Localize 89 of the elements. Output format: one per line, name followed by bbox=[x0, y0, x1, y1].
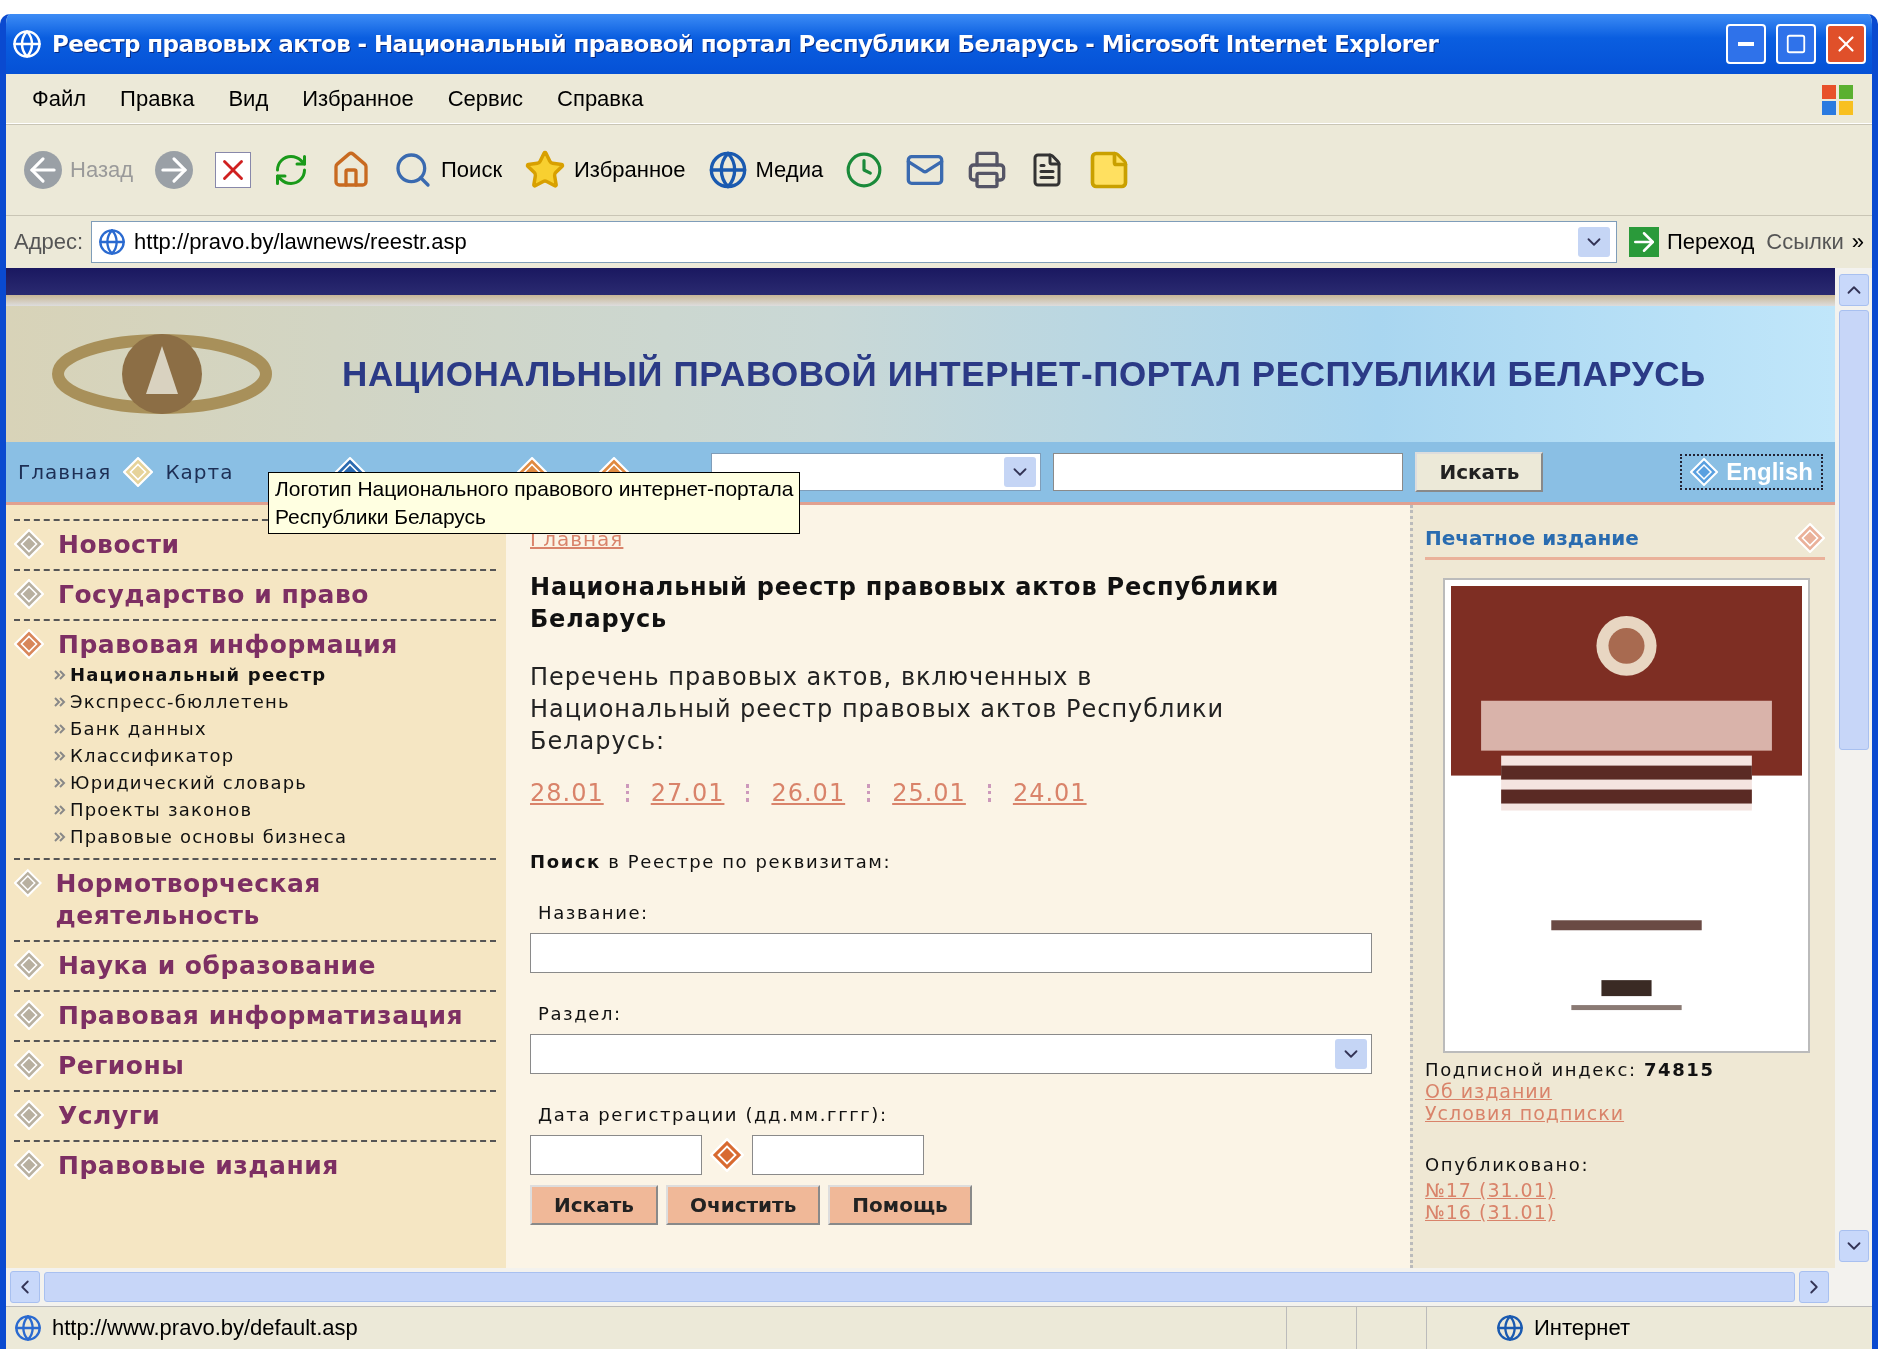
links-label[interactable]: Ссылки bbox=[1766, 229, 1844, 255]
sidebar-link[interactable]: Услуги bbox=[58, 1100, 161, 1132]
globe-icon bbox=[707, 150, 748, 190]
sidebar-link[interactable]: Наука и образование bbox=[58, 950, 376, 982]
clock-icon bbox=[845, 151, 884, 189]
scrollbar-thumb[interactable] bbox=[44, 1272, 1795, 1302]
sidebar-sublink[interactable]: Банк данных bbox=[70, 715, 207, 742]
arrow-right-icon bbox=[1628, 227, 1659, 257]
menu-item[interactable]: Справка bbox=[545, 85, 656, 112]
sidebar-link[interactable]: Государство и право bbox=[58, 579, 369, 611]
sidebar-sublink[interactable]: Национальный реестр bbox=[70, 661, 327, 688]
sidebar-sublink[interactable]: Правовые основы бизнеса bbox=[70, 823, 348, 850]
favorites-button[interactable]: Избранное bbox=[520, 145, 690, 195]
minimize-icon bbox=[1738, 42, 1754, 46]
sidebar-sublink[interactable]: Классификатор bbox=[70, 742, 235, 769]
search-button[interactable]: Поиск bbox=[389, 146, 506, 194]
media-button[interactable]: Медиа bbox=[703, 146, 828, 194]
globe-icon bbox=[1496, 1314, 1524, 1342]
field-label: Дата регистрации (дд.мм.гггг): bbox=[538, 1104, 889, 1125]
field-label: Название: bbox=[538, 902, 650, 923]
scroll-down-button[interactable] bbox=[1838, 1230, 1869, 1262]
menu-item[interactable]: Файл bbox=[20, 85, 99, 112]
menu-item[interactable]: Правка bbox=[108, 85, 207, 112]
page-heading: Национальный реестр правовых актов Республики Беларусь bbox=[530, 572, 1281, 635]
vertical-scrollbar[interactable] bbox=[1835, 268, 1872, 1268]
nav-link[interactable]: Главная bbox=[18, 460, 112, 484]
form-button[interactable]: Очистить bbox=[665, 1185, 821, 1225]
diamond-icon bbox=[123, 457, 154, 487]
sidebar-sublink[interactable]: Экспресс-бюллетень bbox=[70, 688, 290, 715]
maximize-icon bbox=[1785, 33, 1807, 55]
scroll-left-button[interactable] bbox=[10, 1271, 40, 1303]
double-chevron-icon bbox=[54, 803, 66, 816]
zone-label: Интернет bbox=[1534, 1315, 1631, 1341]
sidebar-sublink[interactable]: Проекты законов bbox=[70, 796, 253, 823]
status-url: http://www.pravo.by/default.asp bbox=[52, 1315, 359, 1341]
sidebar-link[interactable]: Правовая информация bbox=[58, 629, 398, 661]
page-icon bbox=[98, 228, 127, 256]
sidebar-link[interactable]: Правовые издания bbox=[58, 1150, 339, 1182]
date-from-field[interactable] bbox=[530, 1135, 702, 1175]
star-icon bbox=[524, 149, 566, 191]
banner-title: НАЦИОНАЛЬНЫЙ ПРАВОВОЙ ИНТЕРНЕТ-ПОРТАЛ РЕСПУБЛИКИ БЕЛАРУСЬ bbox=[342, 354, 1706, 394]
site-search-field[interactable] bbox=[1053, 453, 1404, 491]
diamond-icon bbox=[710, 1138, 744, 1172]
address-label: Адрес: bbox=[14, 229, 84, 255]
published-label: Опубликовано: bbox=[1425, 1154, 1591, 1175]
diamond-icon bbox=[1795, 523, 1825, 553]
minimize-button[interactable] bbox=[1726, 24, 1766, 64]
address-field[interactable]: http://pravo.by/lawnews/reestr.asp bbox=[91, 221, 1617, 263]
aside-title: Печатное издание bbox=[1425, 526, 1640, 550]
double-chevron-icon bbox=[54, 830, 66, 843]
maximize-button[interactable] bbox=[1776, 24, 1816, 64]
nav-link[interactable]: Карта bbox=[165, 460, 234, 484]
double-chevron-icon bbox=[54, 668, 66, 681]
double-chevron-icon bbox=[54, 776, 66, 789]
sidebar-link[interactable]: Нормотворческая деятельность bbox=[55, 868, 496, 932]
name-field[interactable] bbox=[530, 933, 1372, 973]
field-label: Раздел: bbox=[538, 1003, 623, 1024]
subscription-index: Подписной индекс: 74815 bbox=[1425, 1059, 1716, 1080]
sidebar-link[interactable]: Регионы bbox=[58, 1050, 185, 1082]
horizontal-scrollbar[interactable] bbox=[6, 1268, 1872, 1306]
scroll-right-button[interactable] bbox=[1799, 1271, 1829, 1303]
close-icon bbox=[215, 152, 252, 188]
sidebar-sublink[interactable]: Юридический словарь bbox=[70, 769, 308, 796]
scroll-up-button[interactable] bbox=[1838, 274, 1869, 306]
menu-item[interactable]: Избранное bbox=[290, 85, 426, 112]
page-icon bbox=[14, 1314, 42, 1342]
search-title: Поиск в Реестре по реквизитам: bbox=[530, 851, 893, 872]
double-chevron-icon bbox=[54, 695, 66, 708]
browser-icon bbox=[12, 29, 42, 59]
close-button[interactable] bbox=[1826, 24, 1866, 64]
scrollbar-thumb[interactable] bbox=[1838, 310, 1869, 750]
tooltip: Логотип Национального правового интернет-портала Республики Беларусь bbox=[268, 472, 801, 534]
form-button[interactable]: Помощь bbox=[828, 1185, 972, 1225]
more-chevron[interactable]: » bbox=[1851, 229, 1864, 255]
window-title: Реестр правовых актов - Национальный правовой портал Республики Беларусь - Microsoft Internet Explorer bbox=[52, 31, 1440, 57]
sidebar-link[interactable]: Правовая информатизация bbox=[58, 1000, 464, 1032]
go-button[interactable]: Переход bbox=[1624, 223, 1759, 261]
double-chevron-icon bbox=[54, 749, 66, 762]
diamond-icon bbox=[1690, 458, 1719, 486]
form-button[interactable]: Искать bbox=[530, 1185, 658, 1225]
menu-item[interactable]: Вид bbox=[216, 85, 281, 112]
search-button[interactable]: Искать bbox=[1415, 452, 1544, 492]
dropdown-button[interactable] bbox=[1577, 227, 1610, 257]
date-to-field[interactable] bbox=[752, 1135, 924, 1175]
double-chevron-icon bbox=[54, 722, 66, 735]
printer-icon bbox=[967, 150, 1008, 190]
menu-item[interactable]: Сервис bbox=[435, 85, 536, 112]
sidebar-link[interactable]: Новости bbox=[58, 529, 180, 561]
intro-text: Перечень правовых актов, включенных в Национальный реестр правовых актов Республики Беларусь: bbox=[530, 662, 1226, 757]
